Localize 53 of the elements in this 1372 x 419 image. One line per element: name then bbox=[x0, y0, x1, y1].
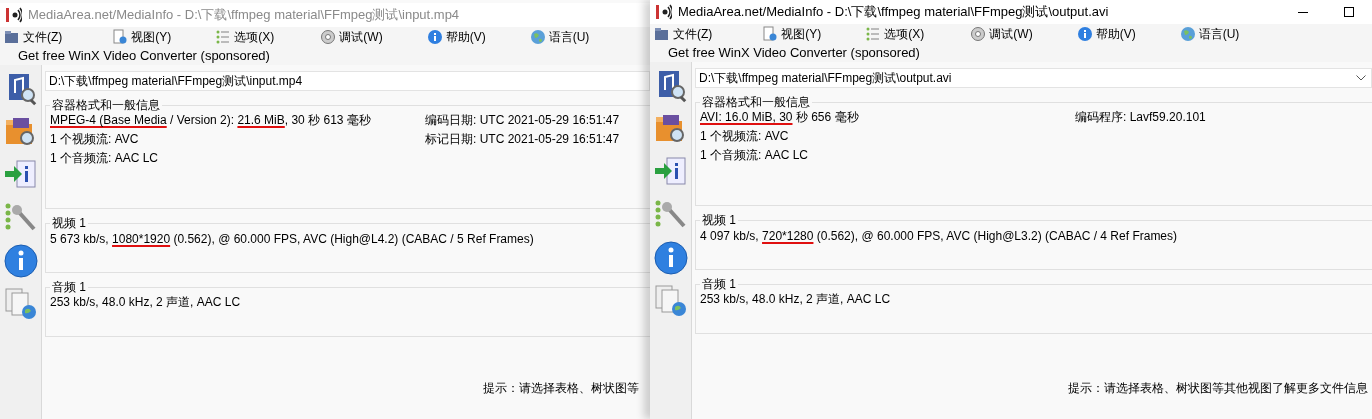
menu-item[interactable]: 调试(W) bbox=[968, 25, 1035, 43]
info-line: AVI: 16.0 MiB, 30 秒 656 毫秒 bbox=[700, 109, 860, 126]
info-line: 编码日期: UTC 2021-05-29 16:51:47 bbox=[425, 112, 621, 129]
info-line: 标记日期: UTC 2021-05-29 16:51:47 bbox=[425, 131, 621, 148]
chevron-down-icon bbox=[1356, 75, 1366, 81]
info-line: 编码程序: Lavf59.20.101 bbox=[1075, 109, 1207, 126]
group-heading: 音频 1 bbox=[700, 278, 738, 290]
window-title: MediaArea.net/MediaInfo - D:\下载\ffmpeg material\FFmpeg测试\input.mp4 bbox=[28, 6, 460, 25]
info-line: MPEG-4 (Base Media / Version 2): 21.6 MiB, 30 秒 613 毫秒 bbox=[50, 112, 372, 129]
info-line: 1 个音频流: AAC LC bbox=[700, 147, 810, 164]
list-icon bbox=[215, 29, 232, 45]
info-line: 4 097 kb/s, 720*1280 (0.562), @ 60.000 FPS, AVC (High@L3.2) (CABAC / 4 Ref Frames) bbox=[700, 228, 1179, 245]
menu-item[interactable]: 帮助(V) bbox=[1074, 25, 1138, 43]
app-icon bbox=[6, 7, 22, 23]
hint-text: 提示：请选择表格、树状图等其他视图了解更多文件信息 bbox=[1067, 380, 1369, 397]
info-line: 253 kb/s, 48.0 kHz, 2 声道, AAC LC bbox=[50, 294, 242, 311]
group-heading: 容器格式和一般信息 bbox=[700, 96, 812, 108]
group-heading: 音频 1 bbox=[50, 281, 88, 293]
group-heading: 视频 1 bbox=[700, 214, 738, 226]
info-line: 1 个视频流: AVC bbox=[700, 128, 790, 145]
info-line: 253 kb/s, 48.0 kHz, 2 声道, AAC LC bbox=[700, 291, 892, 308]
info-line: 1 个音频流: AAC LC bbox=[50, 150, 160, 167]
menu-item[interactable]: 选项(X) bbox=[213, 28, 277, 46]
menu-item[interactable]: 视图(Y) bbox=[110, 28, 174, 46]
folder-icon bbox=[4, 29, 20, 45]
view-button[interactable] bbox=[2, 286, 39, 322]
menu-item[interactable]: 文件(Z) bbox=[2, 28, 65, 46]
list-icon bbox=[865, 26, 882, 42]
view-button[interactable] bbox=[652, 283, 689, 319]
menu-item[interactable]: 视图(Y) bbox=[760, 25, 824, 43]
maximize-icon bbox=[1344, 7, 1354, 17]
info-icon bbox=[2, 243, 39, 279]
file-path-dropdown[interactable]: D:\下载\ffmpeg material\FFmpeg测试\output.avi bbox=[695, 68, 1372, 88]
menu-item[interactable]: 语言(U) bbox=[527, 28, 592, 46]
folder-icon bbox=[654, 26, 670, 42]
menu-item[interactable]: 语言(U) bbox=[1177, 25, 1242, 43]
globe-icon bbox=[529, 29, 546, 45]
info-line: 5 673 kb/s, 1080*1920 (0.562), @ 60.000 FPS, AVC (High@L4.2) (CABAC / 5 Ref Frames) bbox=[50, 231, 535, 248]
group-heading: 容器格式和一般信息 bbox=[50, 99, 162, 111]
menu-item[interactable]: 帮助(V) bbox=[424, 28, 488, 46]
info-line: 1 个视频流: AVC bbox=[50, 131, 140, 148]
file-path-dropdown[interactable]: D:\下载\ffmpeg material\FFmpeg测试\input.mp4 bbox=[45, 71, 650, 91]
hint-text: 提示：请选择表格、树状图等 bbox=[482, 380, 640, 397]
group-heading: 视频 1 bbox=[50, 217, 88, 229]
view-button[interactable] bbox=[652, 240, 689, 276]
menu-item[interactable]: 文件(Z) bbox=[652, 25, 715, 43]
info-icon bbox=[652, 240, 689, 276]
globe-icon bbox=[1179, 26, 1196, 42]
window-title: MediaArea.net/MediaInfo - D:\下载\ffmpeg material\FFmpeg测试\output.avi bbox=[678, 3, 1109, 22]
app-icon bbox=[656, 4, 672, 20]
menu-item[interactable]: 调试(W) bbox=[318, 28, 385, 46]
view-button[interactable] bbox=[2, 243, 39, 279]
menu-item[interactable]: 选项(X) bbox=[863, 25, 927, 43]
